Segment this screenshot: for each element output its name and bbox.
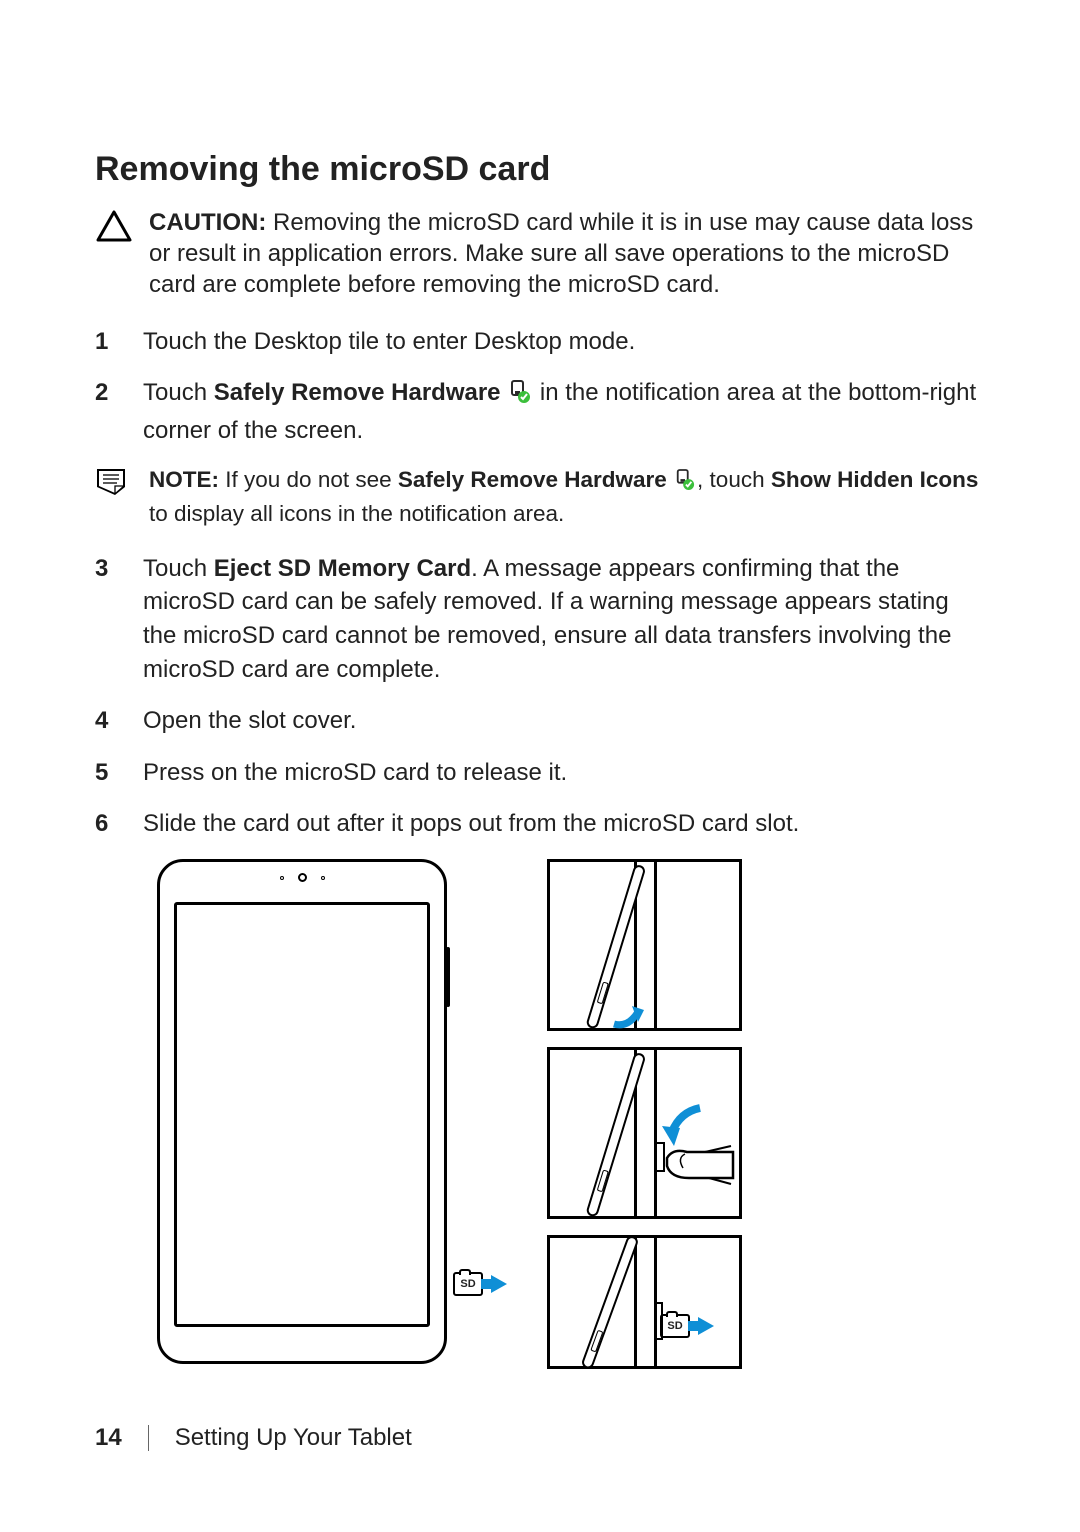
note-bold-2: Show Hidden Icons [771, 467, 979, 492]
sd-eject-indicator: SD [453, 1272, 507, 1296]
note-text-1: If you do not see [225, 467, 398, 492]
note-label: NOTE: [149, 467, 219, 492]
sd-chip-icon: SD [660, 1314, 690, 1338]
tablet-front-illustration [157, 859, 447, 1364]
slot-open-illustration [547, 859, 742, 1031]
step-1: Touch the Desktop tile to enter Desktop … [143, 325, 985, 359]
note-icon [95, 465, 135, 497]
footer-section-title: Setting Up Your Tablet [175, 1424, 412, 1452]
note-text-2: , touch [697, 467, 771, 492]
page-footer: 14 Setting Up Your Tablet [95, 1424, 412, 1452]
safely-remove-hardware-icon [509, 380, 531, 414]
open-cover-arrow-icon [608, 990, 648, 1030]
finger-icon [665, 1138, 735, 1186]
steps-list-b: Touch Eject SD Memory Card. A message ap… [95, 552, 985, 841]
arrow-right-icon [491, 1275, 507, 1293]
caution-callout: CAUTION: Removing the microSD card while… [95, 207, 985, 301]
note-callout: NOTE: If you do not see Safely Remove Ha… [95, 465, 985, 528]
arrow-right-icon [698, 1317, 714, 1335]
footer-divider [148, 1425, 149, 1451]
caution-icon [95, 207, 135, 243]
section-heading: Removing the microSD card [95, 150, 985, 189]
sd-chip-icon: SD [453, 1272, 483, 1296]
step-6: Slide the card out after it pops out fro… [143, 807, 985, 841]
press-card-illustration [547, 1047, 742, 1219]
slide-card-out-illustration: SD [547, 1235, 742, 1369]
step-2: Touch Safely Remove Hardware in the noti… [143, 376, 985, 447]
caution-label: CAUTION: [149, 209, 266, 236]
illustration-row: SD [157, 859, 985, 1369]
page-number: 14 [95, 1424, 122, 1452]
step-5: Press on the microSD card to release it. [143, 756, 985, 790]
note-bold-1: Safely Remove Hardware [398, 467, 667, 492]
step-4: Open the slot cover. [143, 704, 985, 738]
step-3: Touch Eject SD Memory Card. A message ap… [143, 552, 985, 686]
note-text-3: to display all icons in the notification… [149, 501, 564, 526]
safely-remove-hardware-icon [675, 469, 695, 498]
caution-text: Removing the microSD card while it is in… [149, 209, 973, 298]
steps-list-a: Touch the Desktop tile to enter Desktop … [95, 325, 985, 448]
